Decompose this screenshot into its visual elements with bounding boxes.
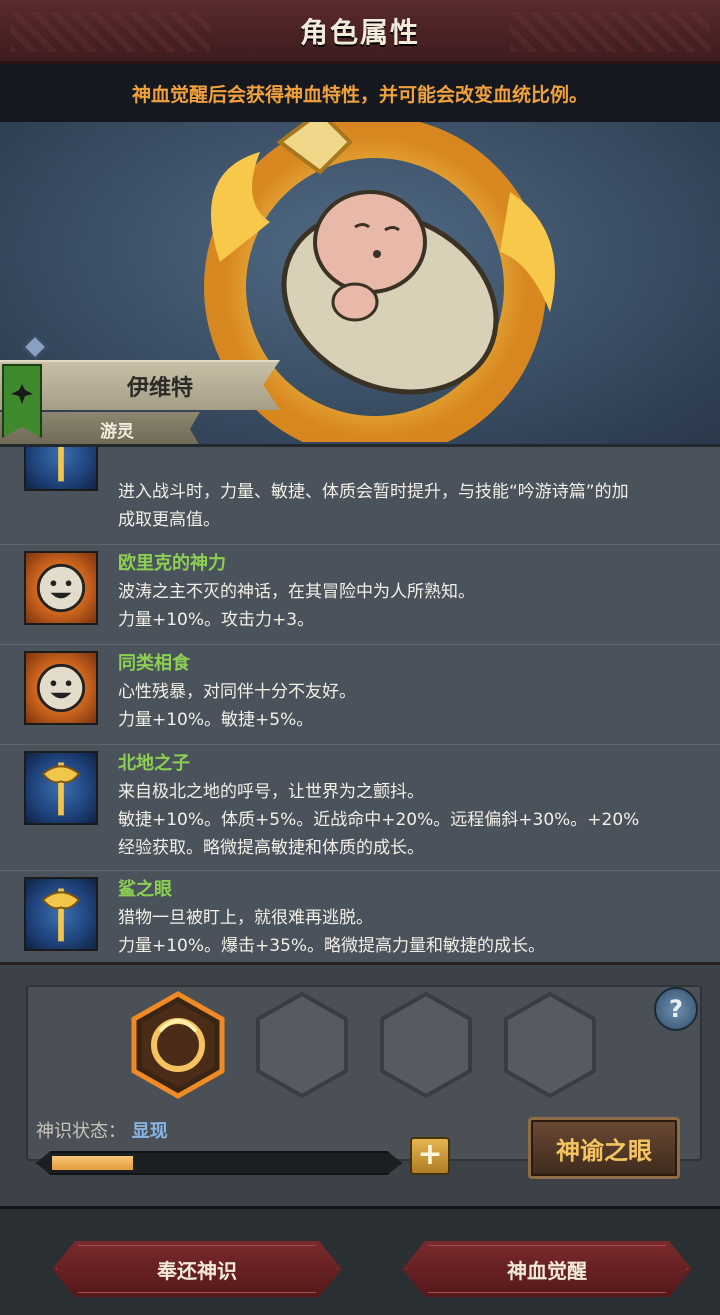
- name-banner: 伊维特: [0, 360, 280, 410]
- faction-flag-icon: [2, 364, 42, 438]
- character-class: 游灵: [100, 421, 134, 442]
- add-progress-button[interactable]: +: [410, 1137, 450, 1175]
- trait-stats: 力量+10%。爆击+35%。略微提高力量和敏捷的成长。: [118, 936, 546, 956]
- trait-stats: 力量+10%。敏捷+5%。: [118, 710, 314, 730]
- divine-panel: ? 神识状态： 显现 + 神谕之眼: [0, 962, 720, 1206]
- page-title: 角色属性: [299, 15, 420, 49]
- trait-stats: 敏捷+10%。体质+5%。近战命中+20%。远程偏斜+30%。+20%: [118, 810, 640, 830]
- trait-description: 成取更高值。: [118, 510, 220, 530]
- trait-name: 同类相食: [118, 653, 190, 674]
- trait-row: 同类相食 心性残暴，对同伴十分不友好。 力量+10%。敏捷+5%。: [0, 645, 720, 745]
- notice-text: 神血觉醒后会获得神血特性，并可能会改变血统比例。: [131, 83, 588, 106]
- trait-description: 心性残暴，对同伴十分不友好。: [118, 682, 356, 702]
- divine-slot-empty[interactable]: [254, 991, 350, 1099]
- divine-state: 神识状态： 显现: [36, 1117, 168, 1143]
- return-divine-label: 奉还神识: [157, 1258, 237, 1283]
- footer-bar: 奉还神识 神血觉醒: [0, 1206, 720, 1315]
- divine-slot-active[interactable]: [130, 991, 226, 1099]
- header-bar: 角色属性: [0, 0, 720, 64]
- trait-name: 欧里克的神力: [118, 553, 226, 574]
- divine-state-value: 显现: [131, 1121, 168, 1142]
- trait-row: 鲨之眼 猎物一旦被盯上，就很难再逃脱。 力量+10%。爆击+35%。略微提高力量…: [0, 871, 720, 962]
- return-divine-button[interactable]: 奉还神识: [52, 1241, 342, 1297]
- awaken-blood-button[interactable]: 神血觉醒: [402, 1241, 692, 1297]
- oracle-eye-button[interactable]: 神谕之眼: [528, 1117, 680, 1179]
- divine-progress-fill: [52, 1156, 133, 1170]
- axe-icon: [24, 751, 98, 825]
- bird-icon: [11, 384, 33, 404]
- axe-icon: [24, 877, 98, 951]
- notice-bar: 神血觉醒后会获得神血特性，并可能会改变血统比例。: [0, 64, 720, 122]
- trait-row: 进入战斗时，力量、敏捷、体质会暂时提升，与技能“吟游诗篇”的加 成取更高值。: [0, 447, 720, 545]
- smiley-face-icon: [24, 551, 98, 625]
- trait-name: 鲨之眼: [118, 879, 172, 900]
- divine-progress-bar: [36, 1151, 402, 1175]
- divine-state-label: 神识状态：: [36, 1121, 126, 1142]
- trait-name: 北地之子: [118, 753, 190, 774]
- axe-icon: [24, 447, 98, 491]
- divine-slot-empty[interactable]: [378, 991, 474, 1099]
- help-button[interactable]: ?: [654, 987, 698, 1031]
- trait-description: 进入战斗时，力量、敏捷、体质会暂时提升，与技能“吟游诗篇”的加: [118, 482, 629, 502]
- trait-description: 猎物一旦被盯上，就很难再逃脱。: [118, 908, 373, 928]
- trait-stats: 力量+10%。攻击力+3。: [118, 610, 315, 630]
- trait-row: 北地之子 来自极北之地的呼号，让世界为之颤抖。 敏捷+10%。体质+5%。近战命…: [0, 745, 720, 871]
- trait-list[interactable]: 进入战斗时，力量、敏捷、体质会暂时提升，与技能“吟游诗篇”的加 成取更高值。 欧…: [0, 444, 720, 962]
- trait-description: 来自极北之地的呼号，让世界为之颤抖。: [118, 782, 424, 802]
- trait-row: 欧里克的神力 波涛之主不灭的神话，在其冒险中为人所熟知。 力量+10%。攻击力+…: [0, 545, 720, 645]
- trait-description: 波涛之主不灭的神话，在其冒险中为人所熟知。: [118, 582, 475, 602]
- divine-slot-empty[interactable]: [502, 991, 598, 1099]
- trait-stats: 经验获取。略微提高敏捷和体质的成长。: [118, 838, 424, 858]
- character-name: 伊维特: [126, 376, 193, 401]
- awaken-blood-label: 神血觉醒: [507, 1258, 587, 1283]
- smiley-face-icon: [24, 651, 98, 725]
